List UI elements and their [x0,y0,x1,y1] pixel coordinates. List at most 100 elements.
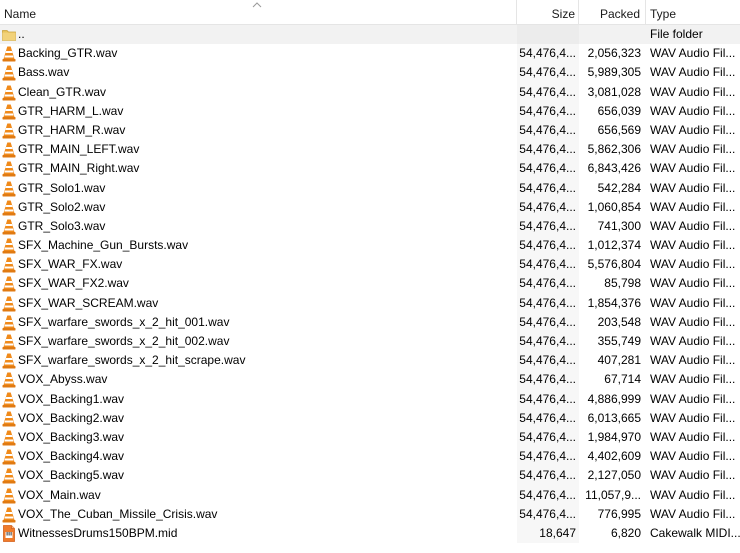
file-name-cell: VOX_Backing4.wav [0,447,517,466]
file-size: 54,476,4... [517,216,579,237]
column-header-type[interactable]: Type [646,0,740,24]
file-packed-size: 776,995 [597,506,641,521]
vlc-cone-icon [2,64,16,81]
vlc-cone-icon [2,352,16,369]
file-row[interactable]: Clean_GTR.wav 54,476,4... 3,081,028 WAV Aud… [0,82,740,102]
file-type: Cakewalk MIDI... [650,525,740,540]
column-header-name[interactable]: Name [0,0,517,24]
file-size: 54,476,4... [517,485,579,505]
parent-folder-row[interactable]: .. File folder [0,25,740,45]
file-type: WAV Audio Fil... [650,468,736,483]
file-row[interactable]: VOX_Backing2.wav 54,476,4... 6,013,665 WAV … [0,408,740,428]
folder-icon [2,26,16,43]
file-type: WAV Audio Fil... [650,429,736,444]
file-size: 54,476,4... [517,178,579,198]
file-name: GTR_Solo1.wav [18,180,106,195]
file-name: Backing_GTR.wav [18,46,118,61]
file-size: 54,476,4... [517,236,579,256]
vlc-cone-icon [2,275,16,292]
file-name-cell: GTR_HARM_R.wav [0,121,517,140]
file-row[interactable]: SFX_Machine_Gun_Bursts.wav 54,476,4... 1,0… [0,236,740,256]
file-name: VOX_Backing3.wav [18,429,125,444]
file-row[interactable]: WitnessesDrums150BPM.mid 18,647 6,820 Cakew… [0,523,740,544]
file-row[interactable]: GTR_Solo3.wav 54,476,4... 741,300 WAV Audio… [0,216,740,237]
file-row[interactable]: GTR_Solo1.wav 54,476,4... 542,284 WAV Audio… [0,178,740,198]
file-name: Clean_GTR.wav [18,84,107,99]
file-type: WAV Audio Fil... [650,449,736,464]
file-size: 54,476,4... [517,82,579,102]
file-type: WAV Audio Fil... [650,410,736,425]
file-name-cell: VOX_Backing1.wav [0,390,517,409]
file-row[interactable]: GTR_HARM_R.wav 54,476,4... 656,569 WAV Audi… [0,120,740,141]
file-name: SFX_WAR_SCREAM.wav [18,295,159,310]
file-type: WAV Audio Fil... [650,353,736,368]
file-name-cell: SFX_WAR_FX.wav [0,255,517,274]
file-row[interactable]: VOX_Backing3.wav 54,476,4... 1,984,970 WAV … [0,427,740,448]
file-row[interactable]: Backing_GTR.wav 54,476,4... 2,056,323 WAV A… [0,44,740,64]
file-name-cell: SFX_WAR_FX2.wav [0,274,517,293]
file-name: VOX_Backing5.wav [18,468,125,483]
file-row[interactable]: VOX_Backing4.wav 54,476,4... 4,402,609 WAV … [0,447,740,467]
file-packed-size: 407,281 [597,353,641,368]
file-row[interactable]: SFX_WAR_FX.wav 54,476,4... 5,576,804 WAV Au… [0,255,740,275]
file-type: WAV Audio Fil... [650,199,736,214]
file-packed-size: 1,060,854 [587,199,641,214]
file-row[interactable]: VOX_Backing5.wav 54,476,4... 2,127,050 WAV … [0,466,740,486]
file-packed-size [579,25,646,45]
file-size: 54,476,4... [517,351,579,371]
file-type: WAV Audio Fil... [650,180,736,195]
midi-file-icon [2,524,16,542]
file-row[interactable]: VOX_Backing1.wav 54,476,4... 4,886,999 WAV … [0,389,740,409]
column-header-packed[interactable]: Packed [579,0,646,24]
file-row[interactable]: SFX_warfare_swords_x_2_hit_scrape.wav 54,… [0,351,740,371]
file-type: WAV Audio Fil... [650,65,736,80]
file-size: 54,476,4... [517,197,579,217]
file-size [517,25,579,45]
file-row[interactable]: Bass.wav 54,476,4... 5,989,305 WAV Audio Fi… [0,63,740,83]
file-name-cell: .. [0,25,517,45]
file-row[interactable]: SFX_WAR_FX2.wav 54,476,4... 85,798 WAV Audi… [0,274,740,294]
vlc-cone-icon [2,141,16,158]
file-name-cell: GTR_Solo3.wav [0,217,517,236]
file-size: 54,476,4... [517,44,579,64]
file-name-cell: GTR_MAIN_Right.wav [0,159,517,178]
file-row[interactable]: GTR_MAIN_Right.wav 54,476,4... 6,843,426 WA… [0,159,740,179]
file-size: 54,476,4... [517,255,579,275]
file-type: WAV Audio Fil... [650,103,736,118]
file-size: 54,476,4... [517,140,579,160]
file-name-cell: VOX_Backing3.wav [0,428,517,447]
file-size: 54,476,4... [517,466,579,486]
vlc-cone-icon [2,45,16,62]
file-row[interactable]: VOX_Abyss.wav 54,476,4... 67,714 WAV Audio … [0,370,740,390]
file-name-cell: SFX_WAR_SCREAM.wav [0,294,517,313]
file-row[interactable]: GTR_Solo2.wav 54,476,4... 1,060,854 WAV Aud… [0,197,740,217]
vlc-cone-icon [2,180,16,197]
file-size: 54,476,4... [517,447,579,467]
file-row[interactable]: VOX_Main.wav 54,476,4... 11,057,9... WAV Au… [0,485,740,505]
file-name: SFX_WAR_FX.wav [18,257,123,272]
file-packed-size: 5,989,305 [587,65,641,80]
file-name-cell: VOX_The_Cuban_Missile_Crisis.wav [0,505,517,524]
file-name: SFX_warfare_swords_x_2_hit_001.wav [18,314,230,329]
file-name: VOX_Backing4.wav [18,449,125,464]
file-packed-size: 6,843,426 [587,161,641,176]
file-row[interactable]: SFX_warfare_swords_x_2_hit_002.wav 54,476… [0,332,740,352]
file-row[interactable]: GTR_MAIN_LEFT.wav 54,476,4... 5,862,306 WAV… [0,140,740,160]
file-type: WAV Audio Fil... [650,314,736,329]
file-row[interactable]: VOX_The_Cuban_Missile_Crisis.wav 54,476,4… [0,504,740,524]
file-size: 54,476,4... [517,332,579,352]
file-size: 54,476,4... [517,370,579,390]
column-header-size[interactable]: Size [517,0,579,24]
vlc-cone-icon [2,429,16,446]
file-type: WAV Audio Fil... [650,295,736,310]
file-row[interactable]: SFX_WAR_SCREAM.wav 54,476,4... 1,854,376 WA… [0,293,740,313]
file-name: GTR_MAIN_Right.wav [18,161,140,176]
file-type: WAV Audio Fil... [650,84,736,99]
file-type: WAV Audio Fil... [650,257,736,272]
file-name: GTR_HARM_R.wav [18,122,126,137]
file-row[interactable]: SFX_warfare_swords_x_2_hit_001.wav 54,476… [0,312,740,332]
file-row[interactable]: GTR_HARM_L.wav 54,476,4... 656,039 WAV Audi… [0,101,740,121]
file-size: 54,476,4... [517,293,579,313]
file-type: WAV Audio Fil... [650,122,736,137]
file-packed-size: 85,798 [604,276,641,291]
